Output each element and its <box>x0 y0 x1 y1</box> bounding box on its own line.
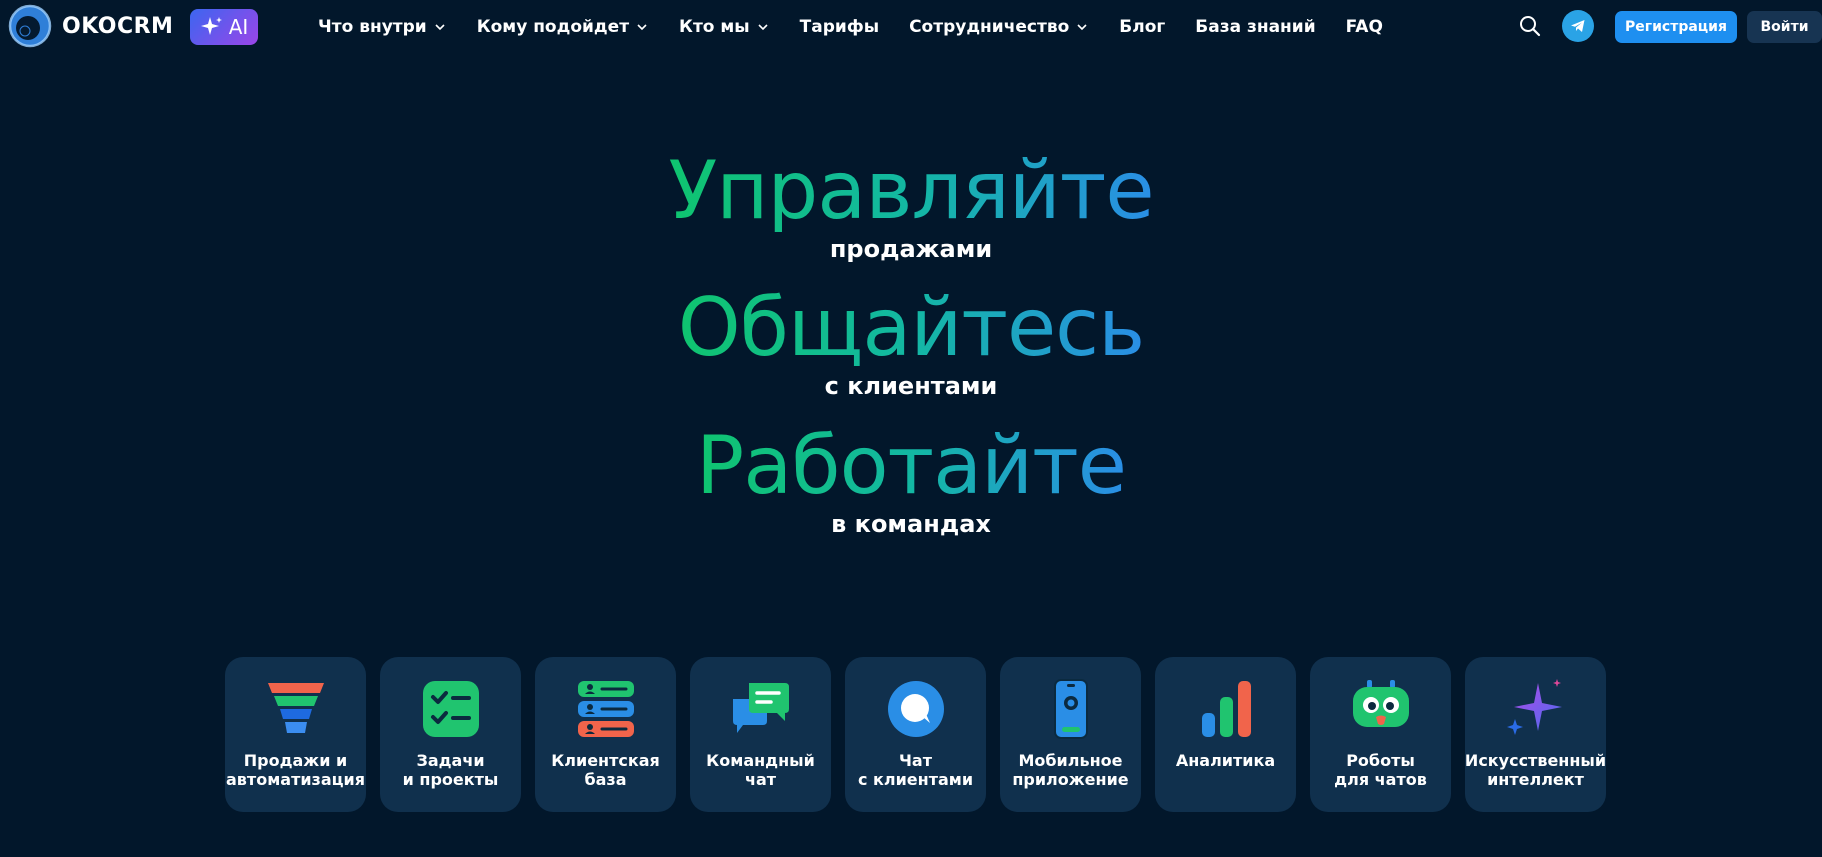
chevron-down-icon <box>435 24 445 31</box>
feature-card-clients[interactable]: Клиентская база <box>535 657 676 812</box>
feature-card-client-chat[interactable]: Чат с клиентами <box>845 657 986 812</box>
chat-bubble-icon <box>887 681 944 737</box>
chevron-down-icon <box>637 24 647 31</box>
team-chat-icon <box>732 683 789 733</box>
hero-subheading: в командах <box>831 510 991 538</box>
chevron-down-icon <box>1077 24 1087 31</box>
nav-item-pricing[interactable]: Тарифы <box>800 17 879 37</box>
nav-item-knowledge-base[interactable]: База знаний <box>1195 17 1315 37</box>
register-button[interactable]: Регистрация <box>1615 11 1737 43</box>
page: OKOCRM AI Что внутри Кому подойдет Кто м… <box>0 0 1822 857</box>
logo-eye-icon <box>8 4 52 48</box>
feature-card-sales[interactable]: Продажи и автоматизация <box>225 657 366 812</box>
site-header: OKOCRM AI Что внутри Кому подойдет Кто м… <box>0 0 1822 54</box>
logo[interactable]: OKOCRM <box>8 4 173 48</box>
feature-card-mobile-app[interactable]: Мобильное приложение <box>1000 657 1141 812</box>
main-nav: Что внутри Кому подойдет Кто мы Тарифы С… <box>318 0 1413 54</box>
telegram-icon <box>1571 20 1585 32</box>
hero-line-work: Работайте в командах <box>0 425 1822 539</box>
feature-card-team-chat[interactable]: Командный чат <box>690 657 831 812</box>
feature-card-chat-robots[interactable]: Роботы для чатов <box>1310 657 1451 812</box>
feature-card-analytics[interactable]: Аналитика <box>1155 657 1296 812</box>
hero: Управляйте продажами Общайтесь с клиента… <box>0 150 1822 539</box>
contacts-icon <box>577 681 634 737</box>
nav-item-about[interactable]: Кто мы <box>679 17 770 37</box>
nav-item-blog[interactable]: Блог <box>1119 17 1165 37</box>
sparkle-icon <box>200 17 222 35</box>
login-button[interactable]: Войти <box>1747 11 1822 43</box>
bar-chart-icon <box>1201 681 1251 737</box>
sparkle-icon <box>1506 679 1562 735</box>
hero-line-communicate: Общайтесь с клиентами <box>0 287 1822 401</box>
nav-item-inside[interactable]: Что внутри <box>318 17 447 37</box>
hero-heading: Общайтесь <box>677 281 1146 374</box>
feature-card-tasks[interactable]: Задачи и проекты <box>380 657 521 812</box>
ai-badge-label: AI <box>228 15 249 39</box>
hero-line-manage: Управляйте продажами <box>0 150 1822 264</box>
logo-text: OKOCRM <box>62 13 174 39</box>
hero-subheading: с клиентами <box>824 372 998 400</box>
nav-item-partnership[interactable]: Сотрудничество <box>909 17 1089 37</box>
robot-icon <box>1352 680 1409 727</box>
chevron-down-icon <box>758 24 768 31</box>
telegram-button[interactable] <box>1562 10 1594 42</box>
funnel-icon <box>267 683 324 733</box>
checklist-icon <box>422 681 479 737</box>
feature-card-ai[interactable]: Искусственный интеллект <box>1465 657 1606 812</box>
hero-heading: Работайте <box>696 419 1127 512</box>
mobile-phone-icon <box>1053 679 1088 739</box>
hero-heading: Управляйте <box>668 144 1154 237</box>
nav-item-faq[interactable]: FAQ <box>1346 17 1383 37</box>
hero-subheading: продажами <box>829 235 993 263</box>
ai-badge[interactable]: AI <box>190 9 258 45</box>
feature-cards: Продажи и автоматизация Задачи и проекты <box>225 657 1606 812</box>
search-icon[interactable] <box>1518 14 1542 38</box>
nav-item-audience[interactable]: Кому подойдет <box>477 17 649 37</box>
